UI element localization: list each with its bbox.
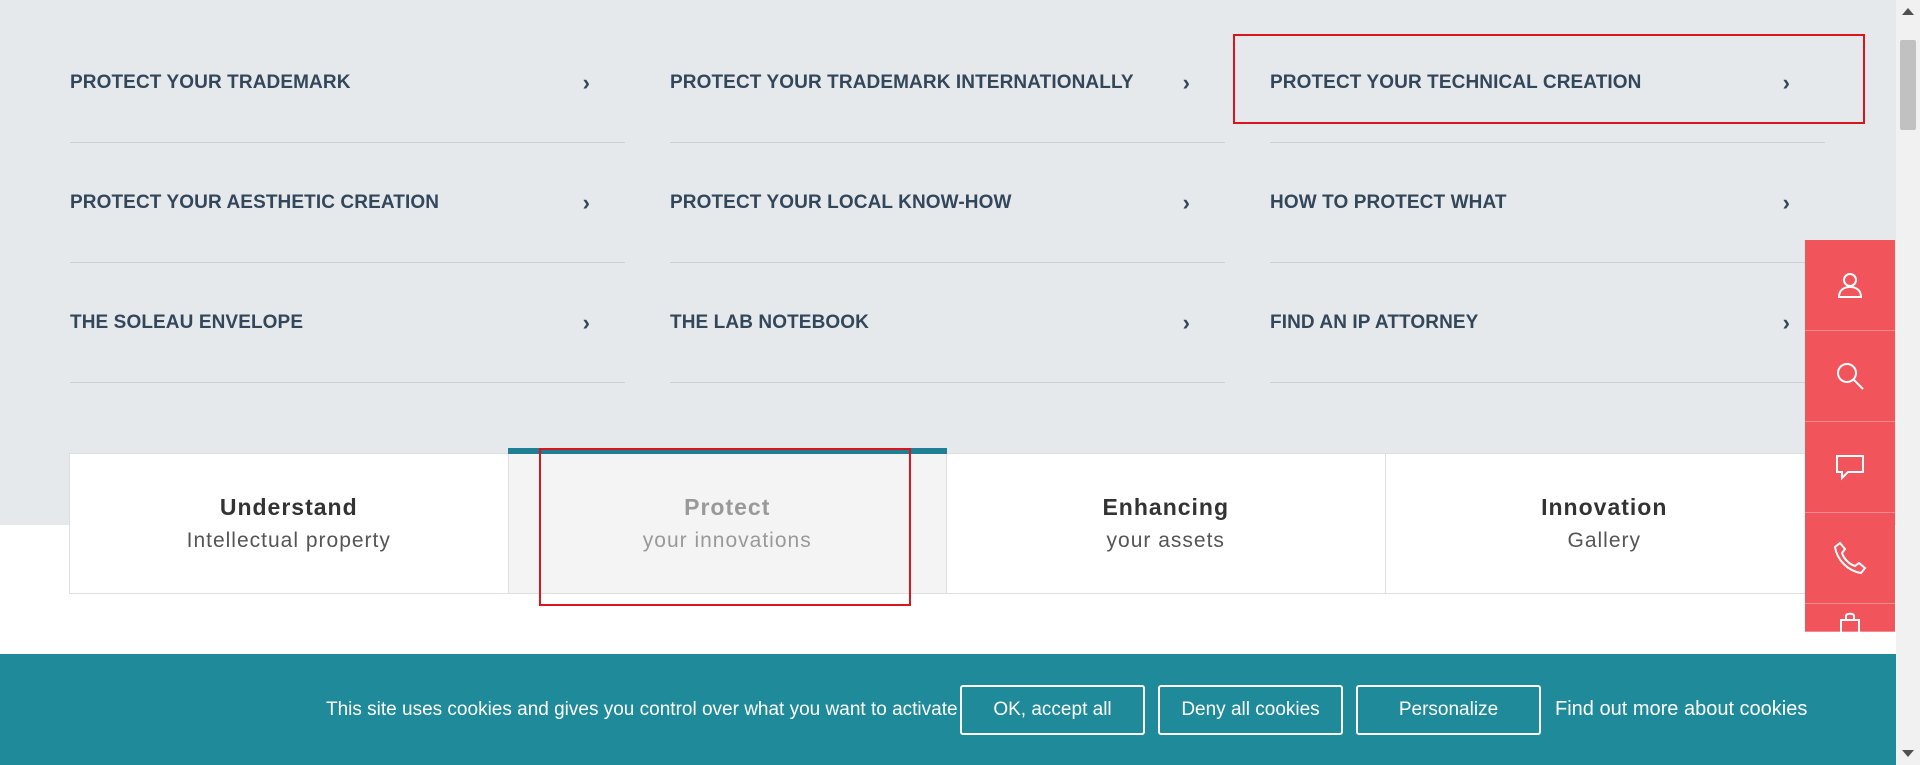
tab-innovation[interactable]: Innovation Gallery [1386,454,1824,593]
links-column-2: PROTECT YOUR TRADEMARK INTERNATIONALLY ›… [670,23,1225,383]
scrollbar-thumb[interactable] [1900,40,1916,130]
link-label: PROTECT YOUR AESTHETIC CREATION [70,191,440,213]
link-lab-notebook[interactable]: THE LAB NOTEBOOK › [670,263,1225,383]
link-protect-aesthetic-creation[interactable]: PROTECT YOUR AESTHETIC CREATION › [70,143,625,263]
chevron-right-icon: › [1782,69,1790,95]
chevron-right-icon: › [1782,189,1790,215]
link-how-to-protect-what[interactable]: HOW TO PROTECT WHAT › [1270,143,1825,263]
chevron-right-icon: › [582,309,590,335]
chevron-right-icon: › [582,69,590,95]
tab-subtitle: your assets [1106,529,1225,552]
account-button[interactable] [1805,240,1895,331]
links-column-1: PROTECT YOUR TRADEMARK › PROTECT YOUR AE… [70,23,625,383]
personalize-cookies-button[interactable]: Personalize [1356,685,1541,735]
link-protect-local-know-how[interactable]: PROTECT YOUR LOCAL KNOW-HOW › [670,143,1225,263]
tab-subtitle: Intellectual property [186,529,391,552]
scroll-down-arrow-icon[interactable] [1902,750,1914,757]
cart-button[interactable] [1805,604,1895,632]
section-tabs: Understand Intellectual property Protect… [69,448,1824,594]
bag-icon [1840,612,1860,632]
chat-icon [1836,455,1864,481]
chevron-right-icon: › [1182,189,1190,215]
phone-icon [1833,541,1867,575]
find-out-more-cookies-link[interactable]: Find out more about cookies [1555,654,1807,765]
tab-subtitle: Gallery [1567,529,1642,552]
tab-title: Understand [219,494,358,520]
links-column-3: PROTECT YOUR TECHNICAL CREATION › HOW TO… [1270,23,1825,383]
user-icon [1837,273,1863,298]
link-protect-trademark-internationally[interactable]: PROTECT YOUR TRADEMARK INTERNATIONALLY › [670,23,1225,143]
link-label: PROTECT YOUR LOCAL KNOW-HOW [670,191,1012,213]
link-protect-technical-creation[interactable]: PROTECT YOUR TECHNICAL CREATION › [1270,23,1825,143]
tab-understand[interactable]: Understand Intellectual property [70,454,509,593]
page-scrollbar[interactable] [1896,0,1920,765]
tab-enhancing[interactable]: Enhancing your assets [947,454,1386,593]
tab-protect[interactable]: Protect your innovations [507,448,947,593]
tab-title: Protect [684,494,771,520]
link-soleau-envelope[interactable]: THE SOLEAU ENVELOPE › [70,263,625,383]
deny-all-cookies-button[interactable]: Deny all cookies [1158,685,1343,735]
tab-title: Innovation [1541,494,1668,520]
chevron-right-icon: › [1782,309,1790,335]
side-action-bar [1805,240,1895,632]
cookie-banner: This site uses cookies and gives you con… [0,654,1896,765]
link-label: PROTECT YOUR TECHNICAL CREATION [1270,71,1642,93]
search-button[interactable] [1805,331,1895,422]
tab-title: Enhancing [1102,494,1230,520]
chat-button[interactable] [1805,422,1895,513]
link-label: PROTECT YOUR TRADEMARK [70,71,351,93]
tab-subtitle: your innovations [642,529,812,552]
chevron-right-icon: › [1182,309,1190,335]
link-label: THE SOLEAU ENVELOPE [70,311,304,333]
link-protect-trademark[interactable]: PROTECT YOUR TRADEMARK › [70,23,625,143]
scroll-up-arrow-icon[interactable] [1902,8,1914,15]
link-label: FIND AN IP ATTORNEY [1270,311,1479,333]
link-label: HOW TO PROTECT WHAT [1270,191,1507,213]
phone-button[interactable] [1805,513,1895,604]
chevron-right-icon: › [582,189,590,215]
link-label: PROTECT YOUR TRADEMARK INTERNATIONALLY [670,71,1134,93]
cookie-message: This site uses cookies and gives you con… [326,698,958,720]
search-icon [1837,363,1864,390]
accept-all-cookies-button[interactable]: OK, accept all [960,685,1145,735]
chevron-right-icon: › [1182,69,1190,95]
link-find-ip-attorney[interactable]: FIND AN IP ATTORNEY › [1270,263,1825,383]
link-label: THE LAB NOTEBOOK [670,311,869,333]
